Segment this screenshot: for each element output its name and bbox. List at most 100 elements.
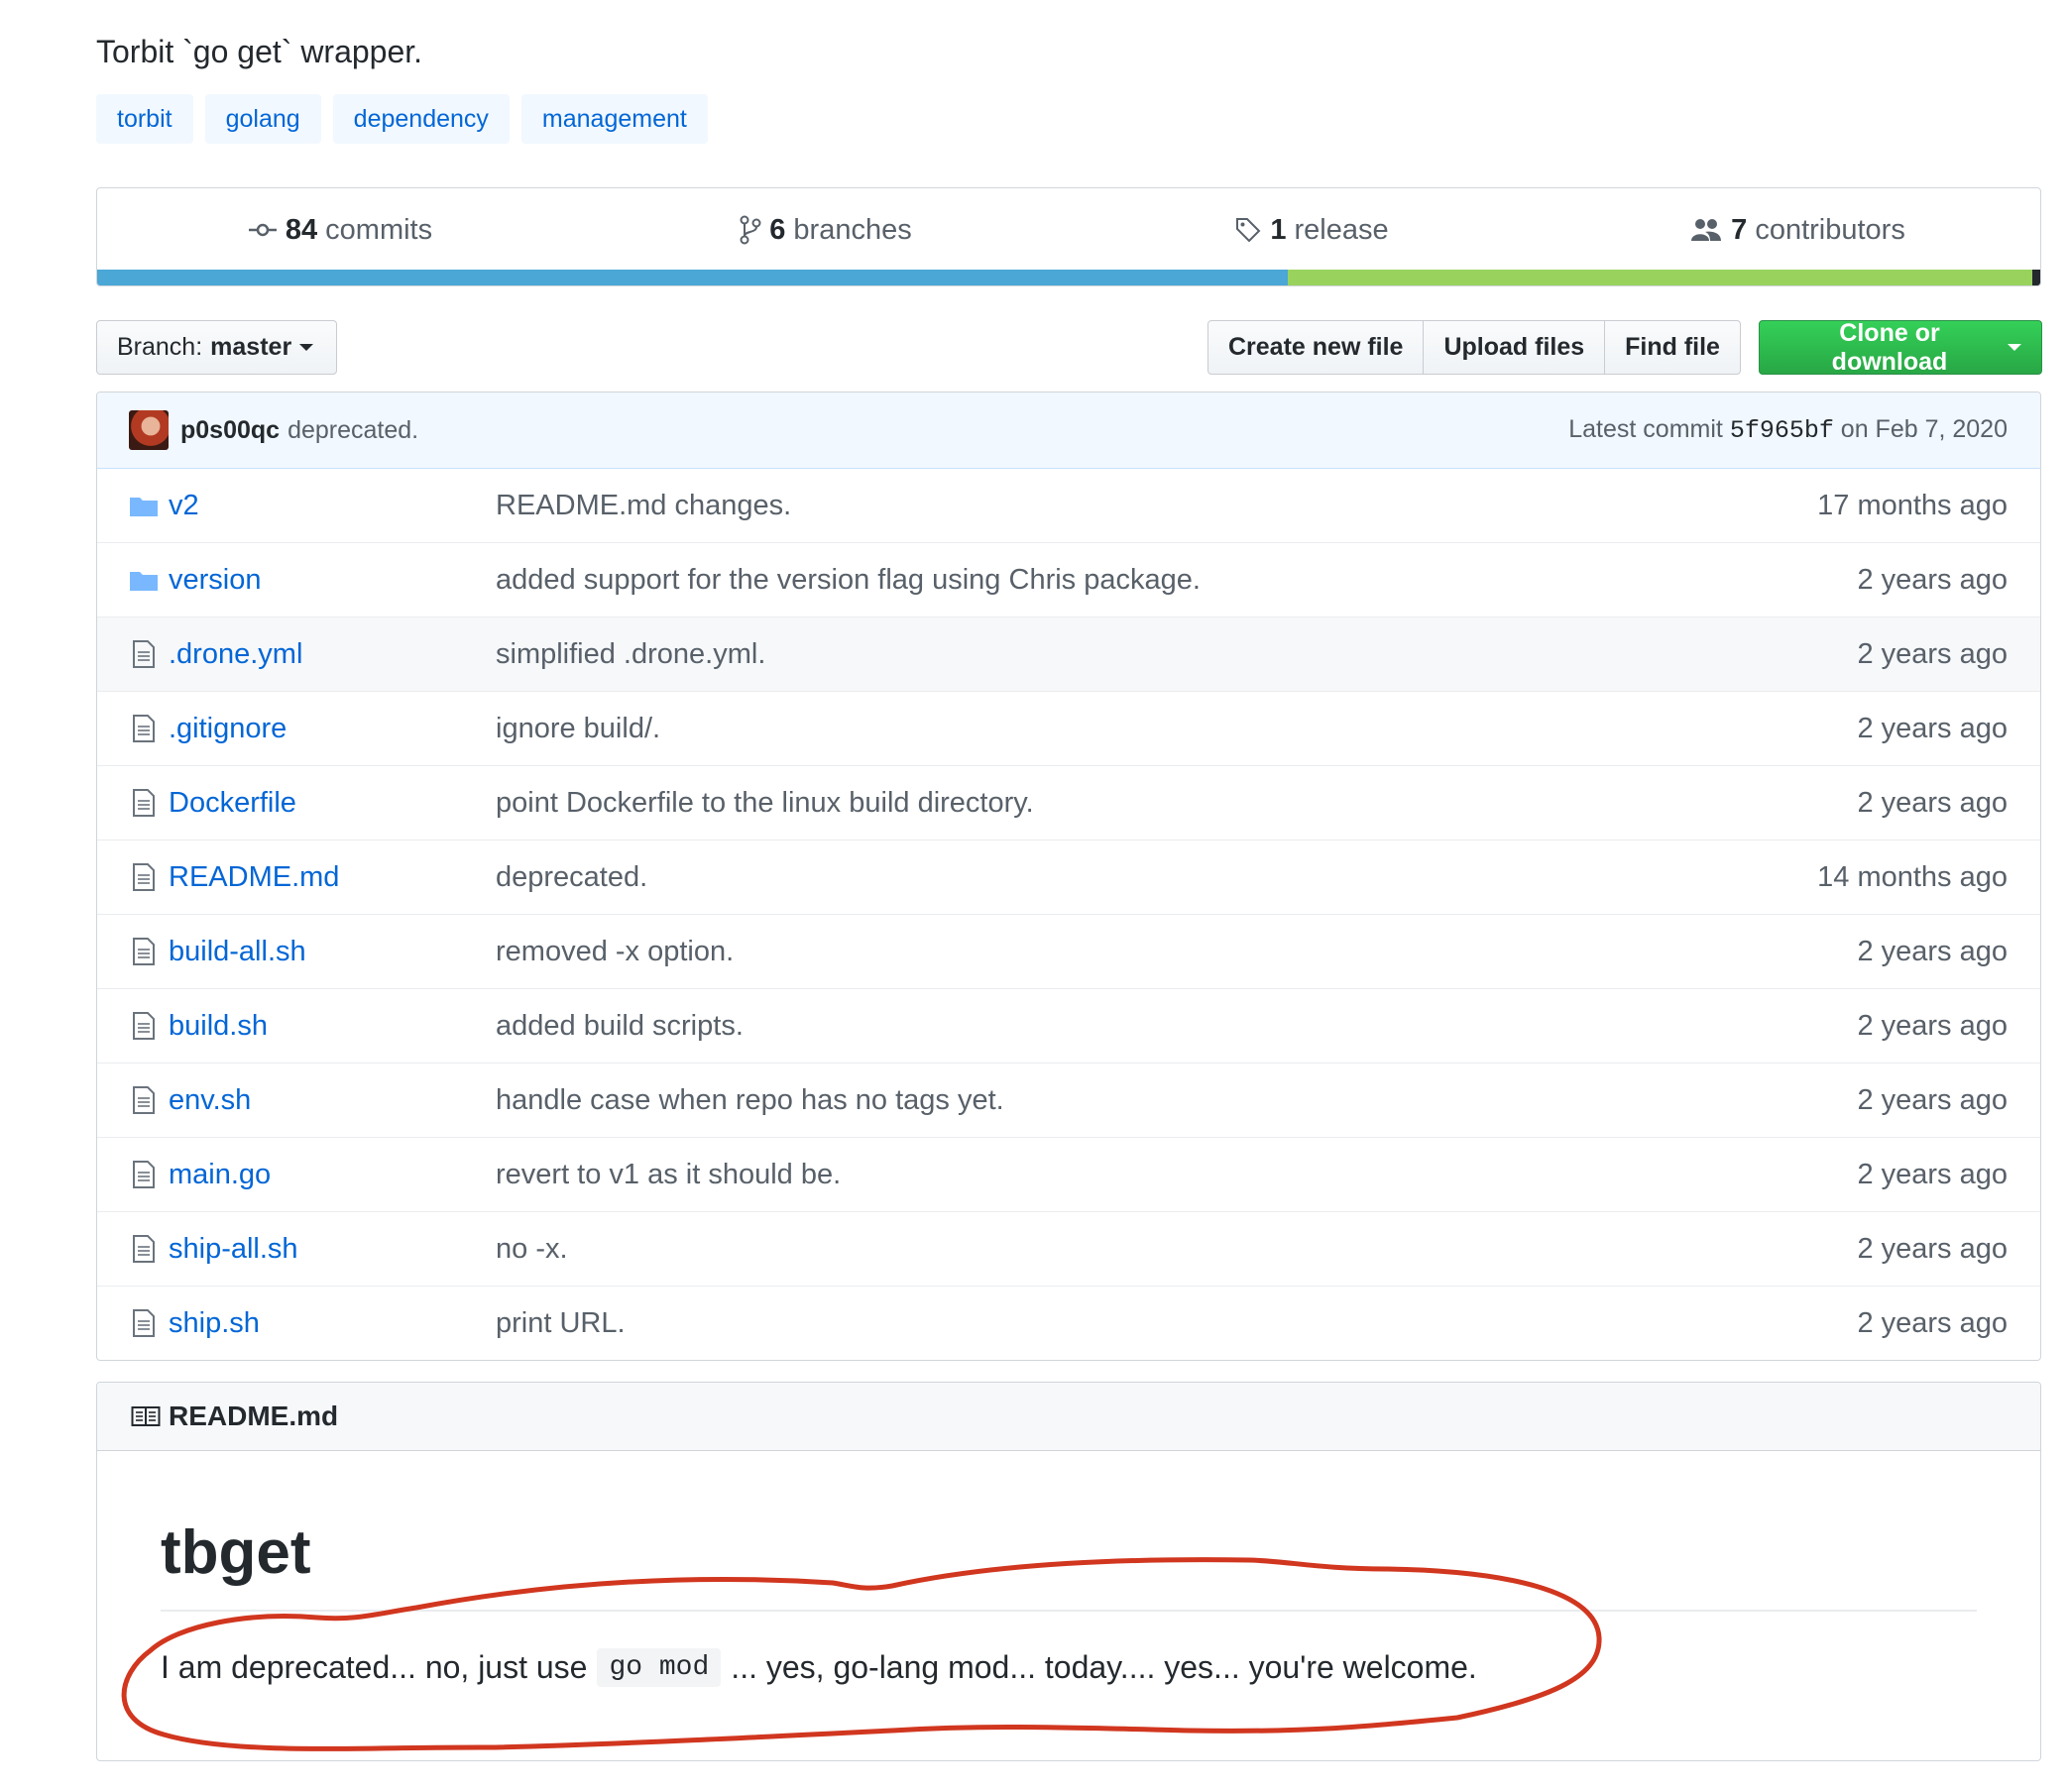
caret-down-icon (2008, 344, 2021, 351)
file-commit-message[interactable]: added build scripts. (496, 1010, 1857, 1043)
branches-count: 6 (769, 213, 786, 246)
releases-count: 1 (1270, 213, 1287, 246)
file-icon (129, 937, 159, 966)
readme-divider (161, 1610, 1977, 1612)
contributors-label: contributors (1755, 213, 1905, 246)
file-name-link[interactable]: ship.sh (169, 1307, 496, 1340)
branch-select-button[interactable]: Branch: master (96, 320, 337, 375)
file-rows: v2 README.md changes. 17 months ago version… (97, 469, 2040, 1360)
readme-panel: README.md tbget I am deprecated... no, j… (96, 1382, 2041, 1761)
table-row[interactable]: .drone.yml simplified .drone.yml. 2 years … (97, 616, 2040, 691)
file-commit-message[interactable]: ignore build/. (496, 713, 1857, 745)
file-name-link[interactable]: README.md (169, 861, 496, 894)
file-name-link[interactable]: v2 (169, 490, 496, 522)
file-age: 2 years ago (1857, 1306, 2008, 1339)
file-table: p0s00qc deprecated. Latest commit 5f965b… (96, 392, 2041, 1361)
file-commit-message[interactable]: print URL. (496, 1307, 1857, 1340)
commit-date: on Feb 7, 2020 (1840, 415, 2008, 443)
upload-files-button[interactable]: Upload files (1424, 320, 1606, 375)
language-segment[interactable] (2032, 270, 2040, 285)
topic-tag[interactable]: dependency (332, 94, 510, 144)
tag-icon (1236, 218, 1261, 243)
contributors-link[interactable]: 7 contributors (1554, 214, 2040, 247)
file-commit-message[interactable]: no -x. (496, 1233, 1857, 1266)
file-name-link[interactable]: build-all.sh (169, 936, 496, 968)
file-name-link[interactable]: .gitignore (169, 713, 496, 745)
avatar[interactable] (129, 410, 169, 450)
commits-link[interactable]: 84 commits (97, 214, 583, 247)
commit-author[interactable]: p0s00qc (180, 416, 280, 445)
file-commit-message[interactable]: removed -x option. (496, 936, 1857, 968)
table-row[interactable]: README.md deprecated. 14 months ago (97, 840, 2040, 914)
find-file-button[interactable]: Find file (1605, 320, 1741, 375)
file-icon (129, 714, 159, 743)
table-row[interactable]: env.sh handle case when repo has no tags … (97, 1063, 2040, 1137)
file-commit-message[interactable]: revert to v1 as it should be. (496, 1159, 1857, 1191)
language-segment[interactable] (97, 270, 1289, 285)
table-row[interactable]: v2 README.md changes. 17 months ago (97, 469, 2040, 542)
file-name-link[interactable]: build.sh (169, 1010, 496, 1043)
file-commit-message[interactable]: README.md changes. (496, 490, 1817, 522)
branch-label: Branch: (117, 333, 203, 361)
clone-download-button[interactable]: Clone or download (1759, 318, 2042, 376)
people-icon (1691, 219, 1722, 241)
file-age: 14 months ago (1817, 860, 2008, 893)
commit-sha[interactable]: 5f965bf (1730, 416, 1834, 445)
table-row[interactable]: main.go revert to v1 as it should be. 2 ye… (97, 1137, 2040, 1211)
file-commit-message[interactable]: simplified .drone.yml. (496, 638, 1857, 671)
topic-tag[interactable]: management (520, 94, 708, 144)
table-row[interactable]: build.sh added build scripts. 2 years ago (97, 988, 2040, 1063)
file-name-link[interactable]: Dockerfile (169, 787, 496, 820)
topic-tag[interactable]: torbit (96, 94, 193, 144)
file-commit-message[interactable]: deprecated. (496, 861, 1817, 894)
repo-summary: 84 commits 6 branches 1 release 7 contri… (96, 187, 2041, 286)
file-age: 2 years ago (1857, 935, 2008, 967)
table-row[interactable]: build-all.sh removed -x option. 2 years ag… (97, 914, 2040, 988)
table-row[interactable]: ship.sh print URL. 2 years ago (97, 1286, 2040, 1360)
file-name-link[interactable]: ship-all.sh (169, 1233, 496, 1266)
releases-label: release (1294, 213, 1389, 246)
file-actions: Create new file Upload files Find file (1207, 320, 1741, 375)
readme-filename: README.md (169, 1400, 339, 1431)
file-commit-message[interactable]: point Dockerfile to the linux build dire… (496, 787, 1857, 820)
latest-commit-info: Latest commit 5f965bf on Feb 7, 2020 (1568, 415, 2008, 445)
file-icon (129, 1308, 159, 1338)
branches-link[interactable]: 6 branches (583, 214, 1069, 247)
file-age: 2 years ago (1857, 786, 2008, 819)
commit-message[interactable]: deprecated. (287, 416, 418, 445)
file-name-link[interactable]: env.sh (169, 1084, 496, 1117)
file-age: 2 years ago (1857, 1232, 2008, 1265)
create-new-file-button[interactable]: Create new file (1207, 320, 1425, 375)
file-icon (129, 1234, 159, 1264)
file-icon (129, 1085, 159, 1115)
clone-label: Clone or download (1831, 318, 1948, 376)
file-age: 2 years ago (1857, 637, 2008, 670)
file-commit-message[interactable]: added support for the version flag using… (496, 564, 1857, 597)
contributors-count: 7 (1731, 213, 1748, 246)
folder-icon (129, 494, 159, 517)
table-row[interactable]: .gitignore ignore build/. 2 years ago (97, 691, 2040, 765)
file-name-link[interactable]: version (169, 564, 496, 597)
language-segment[interactable] (1288, 270, 2033, 285)
file-icon (129, 1011, 159, 1041)
readme-header: README.md (97, 1383, 2040, 1451)
releases-link[interactable]: 1 release (1069, 214, 1554, 247)
topic-tag[interactable]: golang (204, 94, 321, 144)
topic-list: torbit golang dependency management (96, 94, 708, 144)
table-row[interactable]: Dockerfile point Dockerfile to the linux … (97, 765, 2040, 840)
file-commit-message[interactable]: handle case when repo has no tags yet. (496, 1084, 1857, 1117)
file-name-link[interactable]: main.go (169, 1159, 496, 1191)
file-age: 2 years ago (1857, 1009, 2008, 1042)
commit-icon (248, 223, 277, 237)
commits-count: 84 (285, 213, 318, 246)
branch-name: master (210, 333, 292, 361)
file-icon (129, 639, 159, 669)
file-name-link[interactable]: .drone.yml (169, 638, 496, 671)
language-bar[interactable] (97, 270, 2040, 285)
book-icon (131, 1405, 161, 1427)
table-row[interactable]: ship-all.sh no -x. 2 years ago (97, 1211, 2040, 1286)
file-age: 2 years ago (1857, 1158, 2008, 1190)
table-row[interactable]: version added support for the version fla… (97, 542, 2040, 616)
file-age: 17 months ago (1817, 489, 2008, 521)
file-age: 2 years ago (1857, 712, 2008, 744)
